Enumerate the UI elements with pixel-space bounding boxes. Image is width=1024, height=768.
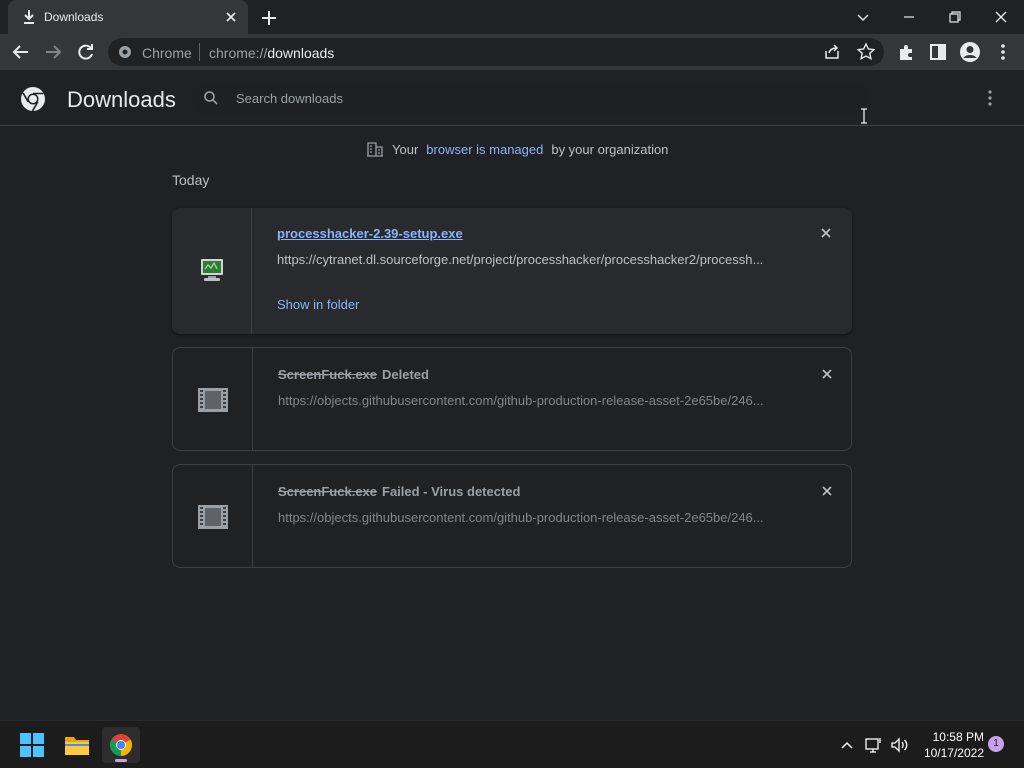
menu-icon[interactable] [982,88,998,108]
show-in-folder-link[interactable]: Show in folder [277,297,359,312]
menu-icon[interactable] [992,41,1014,63]
downloads-header: Downloads [0,70,1024,126]
download-item: ScreenFuck.exe Deleted https://objects.g… [172,347,852,451]
chrome-app-icon [110,734,132,756]
file-name-deleted: ScreenFuck.exe [278,367,378,382]
bookmark-star-icon[interactable] [856,42,876,62]
chrome-logo-icon [21,87,45,112]
reload-icon[interactable] [75,41,97,63]
file-icon-column [172,208,252,334]
url-host: downloads [267,45,335,61]
managed-notice: Your browser is managed by your organiza… [366,141,668,157]
restore-icon[interactable] [944,6,966,28]
file-explorer-button[interactable] [58,727,96,763]
close-icon[interactable] [820,367,834,381]
search-input[interactable] [236,88,836,108]
tab-downloads[interactable]: Downloads [8,0,248,34]
clock-date: 10/17/2022 [923,746,984,760]
file-explorer-icon [65,737,89,755]
side-panel-icon[interactable] [927,41,949,63]
download-icon [24,10,34,24]
download-item: processhacker-2.39-setup.exe https://cyt… [172,208,852,334]
building-icon [367,142,383,157]
minimize-icon[interactable] [898,6,920,28]
tab-search-icon[interactable] [852,6,874,28]
url-prefix: chrome:// [209,45,268,61]
start-button[interactable] [13,727,51,763]
managed-prefix: Your [392,141,419,157]
forward-icon[interactable] [42,41,64,63]
source-url[interactable]: https://objects.githubusercontent.com/gi… [278,393,778,408]
page-title: Downloads [67,87,176,112]
generic-file-icon [198,505,228,529]
file-icon-column [173,465,253,567]
active-indicator [115,759,127,762]
profile-icon[interactable] [959,41,981,63]
close-icon[interactable] [819,226,833,240]
close-icon[interactable] [820,484,834,498]
text-cursor-icon [861,108,867,124]
system-clock[interactable]: 10:58 PM 10/17/2022 [918,729,984,761]
taskbar: 10:58 PM 10/17/2022 [0,720,1024,768]
network-icon[interactable] [864,735,884,755]
source-url[interactable]: https://objects.githubusercontent.com/gi… [278,510,778,525]
share-icon[interactable] [822,42,842,62]
omnibox-separator [199,43,200,61]
close-icon[interactable] [224,10,238,24]
chrome-site-icon [119,46,131,58]
back-icon[interactable] [10,41,32,63]
managed-link[interactable]: browser is managed [426,142,543,157]
omnibox[interactable]: Chrome chrome://downloads [108,38,884,66]
window-close-icon[interactable] [990,6,1012,28]
source-url[interactable]: https://cytranet.dl.sourceforge.net/proj… [277,252,777,267]
status-text: Failed - Virus detected [382,484,521,499]
omnibox-origin-label: Chrome [142,45,192,61]
tab-strip: Downloads [0,0,1024,34]
volume-icon[interactable] [890,735,910,755]
generic-file-icon [198,388,228,412]
managed-suffix: by your organization [551,141,669,157]
browser-toolbar: Chrome chrome://downloads [0,34,1024,70]
clock-time: 10:58 PM [932,730,984,744]
chrome-taskbar-button[interactable] [102,727,140,763]
notification-badge[interactable]: 1 [988,736,1004,752]
omnibox-url[interactable]: chrome://downloads [209,45,334,61]
program-file-icon [201,259,223,281]
file-icon-column [173,348,253,450]
search-box[interactable] [192,82,868,114]
new-tab-icon[interactable] [260,9,278,27]
file-name-link[interactable]: processhacker-2.39-setup.exe [277,226,463,241]
section-label-today: Today [172,172,210,188]
tab-title: Downloads [44,10,104,24]
chevron-up-icon[interactable] [837,735,857,755]
extensions-icon[interactable] [895,41,917,63]
status-text: Deleted [382,367,429,382]
search-icon [204,91,218,105]
windows-start-icon [20,733,44,757]
file-name-failed: ScreenFuck.exe [278,484,378,499]
download-item: ScreenFuck.exe Failed - Virus detected h… [172,464,852,568]
